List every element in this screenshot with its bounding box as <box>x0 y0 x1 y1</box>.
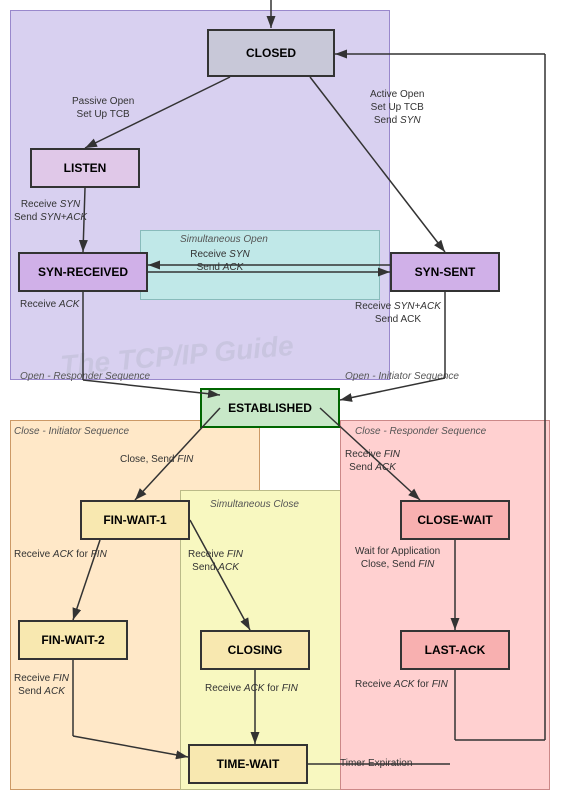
established-label: ESTABLISHED <box>228 401 312 415</box>
fin-wait-2-label: FIN-WAIT-2 <box>41 633 104 647</box>
label-recv-synack-send-ack: Receive SYN+ACKSend ACK <box>355 300 441 326</box>
fin-wait-1-label: FIN-WAIT-1 <box>103 513 166 527</box>
syn-received-label: SYN-RECEIVED <box>38 265 128 279</box>
state-listen: LISTEN <box>30 148 140 188</box>
label-close-responder: Close - Responder Sequence <box>355 425 486 438</box>
label-passive-open: Passive OpenSet Up TCB <box>72 95 134 121</box>
state-fin-wait-2: FIN-WAIT-2 <box>18 620 128 660</box>
state-last-ack: LAST-ACK <box>400 630 510 670</box>
state-closed: CLOSED <box>207 29 335 77</box>
label-recv-fin-send-ack-mid: Receive FINSend ACK <box>188 548 243 574</box>
label-open-responder: Open - Responder Sequence <box>20 370 150 383</box>
syn-sent-label: SYN-SENT <box>415 265 476 279</box>
last-ack-label: LAST-ACK <box>425 643 486 657</box>
label-active-open: Active OpenSet Up TCBSend SYN <box>370 88 424 127</box>
label-open-initiator: Open - Initiator Sequence <box>345 370 459 383</box>
label-recv-ack-for-fin-closing: Receive ACK for FIN <box>205 682 298 695</box>
tcp-state-diagram: The TCP/IP Guide CLOSED LISTEN SYN-RECEI… <box>0 0 562 801</box>
label-recv-syn-send-ack: Receive SYNSend ACK <box>165 248 275 274</box>
label-simultaneous-open: Simultaneous Open <box>180 233 268 246</box>
state-syn-received: SYN-RECEIVED <box>18 252 148 292</box>
state-time-wait: TIME-WAIT <box>188 744 308 784</box>
closing-label: CLOSING <box>228 643 283 657</box>
close-wait-label: CLOSE-WAIT <box>417 513 492 527</box>
label-recv-ack-for-fin-lastack: Receive ACK for FIN <box>355 678 448 691</box>
bg-close-responder <box>340 420 550 790</box>
label-close-send-fin: Close, Send FIN <box>120 453 193 466</box>
label-recv-fin-send-ack-right: Receive FINSend ACK <box>345 448 400 474</box>
label-simultaneous-close: Simultaneous Close <box>210 498 299 511</box>
closed-label: CLOSED <box>246 46 296 60</box>
state-established: ESTABLISHED <box>200 388 340 428</box>
label-recv-fin-send-ack-fw2: Receive FINSend ACK <box>14 672 69 698</box>
label-timer-expiration: Timer Expiration <box>340 757 412 770</box>
label-recv-ack: Receive ACK <box>20 298 79 311</box>
label-close-initiator: Close - Initiator Sequence <box>14 425 129 438</box>
listen-label: LISTEN <box>64 161 107 175</box>
state-syn-sent: SYN-SENT <box>390 252 500 292</box>
time-wait-label: TIME-WAIT <box>217 757 280 771</box>
state-fin-wait-1: FIN-WAIT-1 <box>80 500 190 540</box>
state-close-wait: CLOSE-WAIT <box>400 500 510 540</box>
label-recv-syn-send-synack: Receive SYNSend SYN+ACK <box>14 198 87 224</box>
label-wait-app-close: Wait for ApplicationClose, Send FIN <box>355 545 440 571</box>
state-closing: CLOSING <box>200 630 310 670</box>
label-recv-ack-for-fin-left: Receive ACK for FIN <box>14 548 107 561</box>
